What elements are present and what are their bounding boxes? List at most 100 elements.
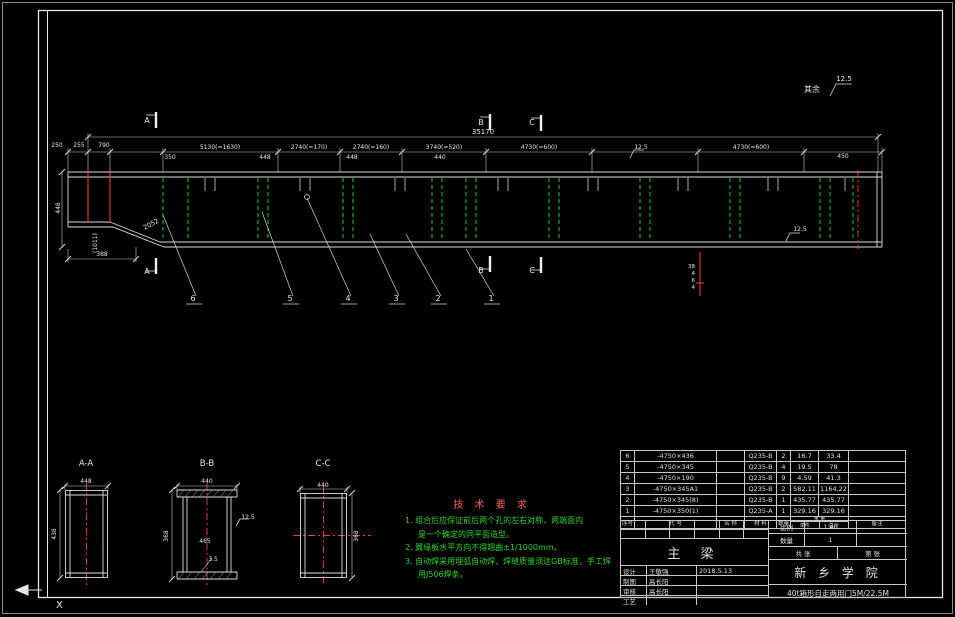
girder-outline [67,171,883,248]
technical-requirements: 技 术 要 求 1. 组合后应保证前后两个孔的左右对称，两端面内 是一个确定的同… [405,496,649,582]
section-marker-b-top: B [478,118,484,127]
table-row: 4 -4750×190 Q235-B 9 4.59 41.3 [621,473,905,484]
section-hatch [177,489,234,580]
section-b-side-dim: 368 [163,530,170,542]
part-qty: 1 [777,506,791,516]
company-name: 新 乡 学 院 [769,560,907,585]
dim-segment-2: 2740(=170) [291,144,327,151]
balloon-3: 3 [393,294,398,303]
part-code: -4750×345A1 [635,484,717,494]
part-name [717,495,745,505]
part-remark [849,495,905,505]
roughness-note-label: 其余 [804,84,820,94]
qty-row: 数量 1 [769,534,907,547]
part-total-weight: 329.16 [819,506,849,516]
revision-strip [621,521,768,530]
part-material: Q235-B [745,473,777,483]
part-remark [849,473,905,483]
sig-date: 2018.5.13 [699,566,733,575]
part-unit-weight: 4.59 [791,473,819,483]
balloon-4: 4 [345,294,350,303]
section-b-gap-dim: 3.5 [208,556,218,563]
tech-line: 3. 自动焊采用埋弧自动焊，焊缝质量须达GB标准，手工焊 [405,556,611,566]
part-unit-weight: 435.77 [791,495,819,505]
sig-name [647,596,697,605]
section-marker-a-top: A [144,116,150,125]
title-block-right: 比例 1:40 数量 1 共 张 第 张 新 乡 学 院 40t箱形自走两用门5… [769,521,907,598]
signature-row: 工艺 [621,596,768,605]
balloon-6: 6 [190,294,195,303]
dim-bottom-left: 388 [96,251,108,258]
part-total-weight: 1164.22 [819,484,849,494]
title-block: 主 梁 设计 王敬强 2018.5.13 制图 高长阳 审核 高长阳 工艺 比例… [620,520,907,605]
dim-segment-5: 4730(=600) [521,144,557,151]
drawing-title: 主 梁 [621,539,768,566]
tech-line: 1. 组合后应保证前后两个孔的左右对称，两端面内 [405,516,584,525]
part-qty: 2 [777,484,791,494]
roughness-note-value: 12.5 [836,75,852,83]
scale-label: 比例 [769,521,805,533]
part-unit-weight: 329.16 [791,506,819,516]
cad-paper-space[interactable]: 其余 12.5 35170 5130(=1630) 2740(=170) 274… [0,0,955,617]
ucs-x-label: X [56,600,63,611]
part-code: -4750×345(8) [635,495,717,505]
section-views [65,489,347,580]
weld-note-2: 4 [692,271,696,277]
part-code: -4750×190 [635,473,717,483]
roughness-bottom-value: 12.5 [793,226,807,233]
section-marker-a-bottom: A [144,267,150,276]
part-name [717,484,745,494]
scale-row: 比例 1:40 [769,521,907,534]
table-row: 1 -4750×350(1) Q235-A 1 329.16 329.16 [621,506,905,517]
scale-value: 1:40 [805,521,857,533]
sheets-total: 共 张 [769,547,838,559]
part-unit-weight: 582.11 [791,484,819,494]
section-marker-b-bottom: B [478,266,484,275]
weld-note-3: 6 [692,278,696,284]
part-qty: 4 [777,462,791,472]
dim-segment-6: 4730(=600) [733,144,769,151]
part-no: 2 [621,495,635,505]
section-a-top-dim: 448 [80,478,92,485]
dim-mid-3: 448 [346,154,358,161]
part-qty: 1 [777,495,791,505]
sig-role: 设计 [621,566,647,575]
part-total-weight: 78 [819,462,849,472]
section-b-inner-dim: 465 [199,538,211,545]
weld-note-1: 38 [688,264,695,270]
part-name [717,462,745,472]
weld-note-4: 4 [692,285,696,291]
table-row: 2 -4750×345(8) Q235-B 1 435.77 435.77 [621,495,905,506]
sig-name: 高长阳 [647,586,697,595]
sig-name: 高长阳 [647,576,697,585]
qty-value: 1 [805,534,857,546]
sheet-row: 共 张 第 张 [769,547,907,560]
part-remark [849,462,905,472]
tech-line: 用J506焊条。 [418,570,468,579]
dim-segment-1: 5130(=1630) [200,144,240,151]
project-name: 40t箱形自走两用门5M/22.5M [787,589,889,598]
sig-role: 制图 [621,576,647,585]
dim-mid-2: 448 [259,154,271,161]
dim-small-3: 790 [98,142,110,149]
tech-line: 是一个确定的同平面造型。 [418,529,514,539]
tech-line: 2. 翼缘板水平方向不得翘曲±1/1000mm。 [405,543,562,552]
balloon-1: 1 [488,294,493,303]
tech-requirements-title: 技 术 要 求 [453,500,531,511]
part-no: 6 [621,451,635,461]
part-qty: 9 [777,473,791,483]
signature-row: 审核 高长阳 [621,586,768,596]
part-no: 4 [621,473,635,483]
sheet-number: 第 张 [864,550,881,558]
dim-paren: (1011) [92,233,99,253]
table-row: 6 -4750×436 Q235-B 2 16.7 33.4 [621,451,905,462]
title-block-left: 主 梁 设计 王敬强 2018.5.13 制图 高长阳 审核 高长阳 工艺 [621,521,769,605]
sig-name: 王敬强 [647,566,697,575]
part-total-weight: 435.77 [819,495,849,505]
dim-right-small: 450 [837,153,849,160]
part-material: Q235-B [745,451,777,461]
part-qty: 2 [777,451,791,461]
qty-label: 数量 [769,534,805,546]
section-marker-c-top: C [529,118,535,127]
end-plate-lines [87,172,704,296]
